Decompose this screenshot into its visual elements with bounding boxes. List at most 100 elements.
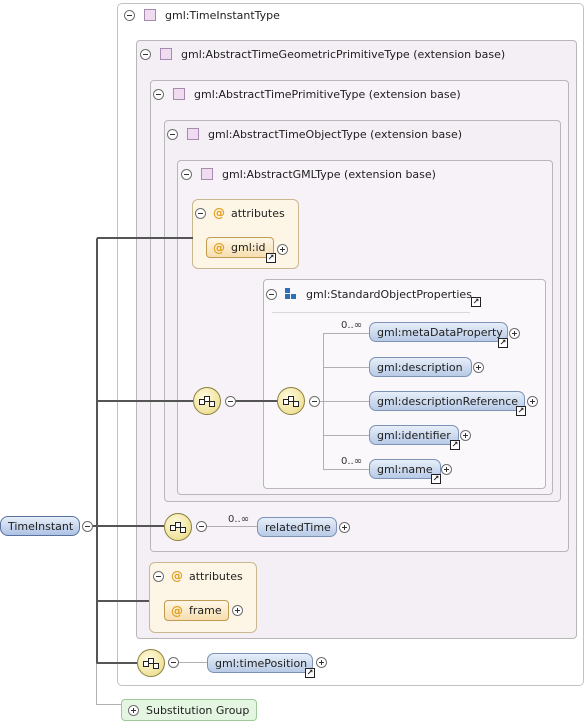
- cardinality-label: 0..∞: [228, 514, 250, 525]
- reference-arrow-icon[interactable]: ↗: [266, 253, 276, 263]
- collapse-icon[interactable]: [140, 48, 151, 60]
- connector-line: [178, 662, 208, 663]
- collapse-icon[interactable]: [153, 570, 164, 582]
- reference-arrow-icon[interactable]: ↗: [471, 297, 481, 307]
- substitution-group[interactable]: Substitution Group: [121, 699, 257, 721]
- connector-line: [97, 400, 193, 402]
- collapse-icon[interactable]: [225, 396, 236, 407]
- reference-arrow-icon[interactable]: ↗: [305, 668, 315, 678]
- attributes-label: attributes: [231, 206, 285, 220]
- element-related-time[interactable]: relatedTime: [257, 517, 337, 537]
- sequence-branch: [323, 435, 370, 436]
- substitution-group-label: Substitution Group: [146, 703, 250, 717]
- collapse-icon[interactable]: [309, 396, 320, 407]
- sequence-icon: [170, 521, 186, 533]
- abstract-geometric-header[interactable]: gml:AbstractTimeGeometricPrimitiveType (…: [140, 46, 505, 62]
- root-element-label: TimeInstant: [8, 519, 74, 533]
- abstract-gml-header[interactable]: gml:AbstractGMLType (extension base): [181, 166, 436, 182]
- attributes-header[interactable]: @ attributes: [195, 205, 285, 221]
- expand-icon[interactable]: [527, 396, 538, 407]
- expand-icon[interactable]: [232, 605, 243, 616]
- cardinality-label: 0..∞: [341, 456, 363, 467]
- element-time-position[interactable]: gml:timePosition: [207, 653, 313, 673]
- reference-arrow-icon[interactable]: ↗: [431, 474, 441, 484]
- expand-icon[interactable]: [339, 522, 350, 533]
- attribute-name: frame: [189, 604, 222, 617]
- element-name: gml:identifier: [377, 428, 451, 442]
- abstract-object-header[interactable]: gml:AbstractTimeObjectType (extension ba…: [167, 126, 462, 142]
- reference-arrow-icon[interactable]: ↗: [516, 406, 526, 416]
- root-element-time-instant[interactable]: TimeInstant: [0, 516, 80, 536]
- connector-line: [97, 662, 137, 664]
- attribute-gml-id[interactable]: @ gml:id: [206, 237, 274, 258]
- group-title: gml:AbstractTimePrimitiveType (extension…: [194, 87, 461, 101]
- element-name: gml:description: [377, 360, 463, 374]
- abstract-primitive-header[interactable]: gml:AbstractTimePrimitiveType (extension…: [153, 86, 461, 102]
- attribute-marker-icon: @: [171, 569, 183, 583]
- complex-type-icon: [173, 88, 185, 100]
- expand-icon[interactable]: [509, 328, 520, 339]
- attribute-group-icon: [285, 288, 297, 300]
- element-meta-data-property[interactable]: gml:metaDataProperty: [369, 322, 508, 342]
- collapse-icon[interactable]: [168, 657, 179, 668]
- collapse-icon[interactable]: [196, 521, 207, 532]
- sequence-compositor[interactable]: [277, 387, 305, 415]
- expand-icon[interactable]: [460, 430, 471, 441]
- element-name: gml:metaDataProperty: [377, 325, 503, 339]
- element-name: gml:timePosition: [215, 656, 308, 670]
- complex-type-icon: [187, 128, 199, 140]
- attributes-header[interactable]: @ attributes: [153, 568, 243, 584]
- attribute-name: gml:id: [231, 241, 266, 254]
- expand-icon[interactable]: [128, 704, 139, 716]
- connector-line: [97, 237, 193, 239]
- complex-type-icon: [160, 48, 172, 60]
- substitution-connector: [96, 704, 121, 705]
- collapse-icon[interactable]: [124, 9, 135, 21]
- sequence-branch: [323, 333, 370, 334]
- sequence-branch: [323, 367, 370, 368]
- complex-type-icon: [201, 168, 213, 180]
- attribute-marker-icon: @: [171, 603, 183, 618]
- sequence-compositor[interactable]: [137, 649, 165, 677]
- element-name: relatedTime: [265, 520, 331, 534]
- attributes-label: attributes: [189, 569, 243, 583]
- attribute-marker-icon: @: [213, 240, 225, 255]
- group-title: gml:AbstractGMLType (extension base): [222, 167, 436, 181]
- collapse-icon[interactable]: [266, 288, 277, 300]
- sequence-icon: [143, 657, 159, 669]
- sequence-icon: [199, 395, 215, 407]
- complex-type-icon: [144, 9, 156, 21]
- element-name-text: gml:name: [377, 462, 433, 476]
- collapse-icon[interactable]: [195, 207, 206, 219]
- connector-line: [206, 526, 258, 527]
- reference-arrow-icon[interactable]: ↗: [450, 440, 460, 450]
- element-description[interactable]: gml:description: [369, 357, 472, 377]
- expand-icon[interactable]: [277, 244, 288, 255]
- element-identifier[interactable]: gml:identifier: [369, 425, 459, 445]
- standard-object-properties-frame: [263, 279, 546, 489]
- sequence-compositor[interactable]: [193, 387, 221, 415]
- reference-arrow-icon[interactable]: ↗: [498, 338, 508, 348]
- group-title: gml:StandardObjectProperties: [306, 287, 472, 301]
- attribute-frame[interactable]: @ frame: [164, 600, 229, 621]
- connector-line: [233, 400, 278, 402]
- substitution-connector: [96, 664, 97, 704]
- expand-icon[interactable]: [316, 657, 327, 668]
- standard-object-properties-header[interactable]: gml:StandardObjectProperties: [266, 286, 472, 302]
- group-title: gml:AbstractTimeGeometricPrimitiveType (…: [181, 47, 506, 61]
- group-title: gml:AbstractTimeObjectType (extension ba…: [208, 127, 463, 141]
- collapse-icon[interactable]: [167, 128, 178, 140]
- element-description-reference[interactable]: gml:descriptionReference: [369, 391, 525, 411]
- collapse-icon[interactable]: [153, 88, 164, 100]
- sequence-branch: [319, 401, 370, 402]
- expand-icon[interactable]: [441, 464, 452, 475]
- collapse-icon[interactable]: [181, 168, 192, 180]
- sequence-compositor[interactable]: [164, 513, 192, 541]
- time-instant-type-header[interactable]: gml:TimeInstantType: [124, 7, 280, 23]
- cardinality-label: 0..∞: [341, 320, 363, 331]
- collapse-icon[interactable]: [82, 521, 93, 532]
- expand-icon[interactable]: [473, 362, 484, 373]
- element-name: gml:descriptionReference: [377, 394, 519, 408]
- sequence-branch: [323, 469, 370, 470]
- group-title: gml:TimeInstantType: [165, 8, 280, 22]
